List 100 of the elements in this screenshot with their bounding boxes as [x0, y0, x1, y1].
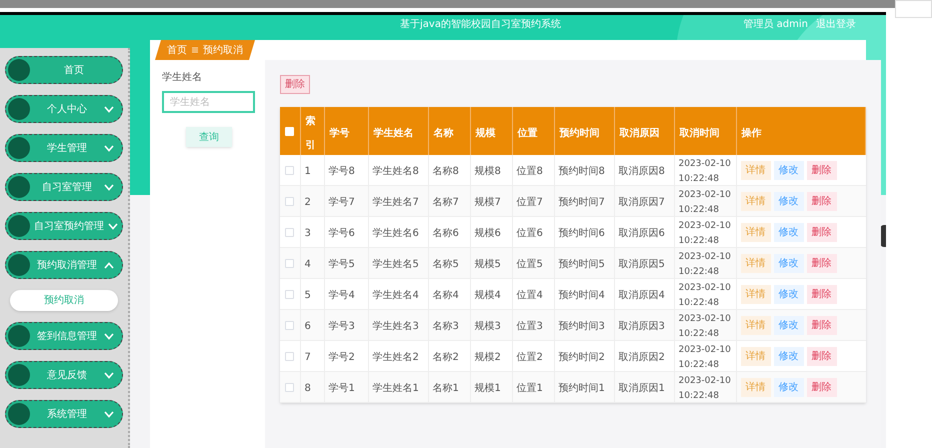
checkbox[interactable] [285, 290, 294, 298]
menu-item[interactable]: 首页 [5, 56, 123, 84]
logout-link[interactable]: 退出登录 [816, 17, 856, 32]
table-cell: 5 [304, 290, 311, 300]
column-header: 取消原因 [620, 128, 660, 139]
search-button[interactable]: 查询 [186, 127, 232, 147]
table-cell: 2023-02-10 10:22:48 [678, 376, 731, 401]
delete-button[interactable]: 删除 [280, 75, 310, 94]
table-cell: 预约时间5 [558, 258, 605, 270]
table-cell: 学号2 [328, 352, 355, 362]
table-cell: 预约时间2 [558, 352, 605, 362]
table-cell: 位置2 [516, 352, 543, 362]
column-header: 取消时间 [680, 128, 720, 139]
checkbox[interactable] [285, 166, 294, 174]
table-cell: 名称1 [432, 382, 459, 394]
action-button[interactable]: 删除 [806, 346, 836, 366]
menu-item[interactable]: 意见反馈 [5, 361, 123, 389]
table-cell: 名称2 [432, 352, 459, 362]
menu-item[interactable]: 学生管理 [5, 134, 123, 162]
action-button[interactable]: 删除 [806, 222, 836, 242]
table-cell: 名称5 [432, 258, 459, 270]
table-cell: 2023-02-10 10:22:48 [678, 345, 731, 370]
action-button[interactable]: 详情 [740, 346, 770, 366]
submenu-item[interactable]: 预约取消 [10, 290, 118, 311]
table-cell: 位置3 [516, 320, 543, 332]
table-cell: 名称4 [432, 290, 459, 300]
breadcrumb-item[interactable]: 预约取消 [203, 42, 243, 58]
table-cell: 规模8 [474, 166, 501, 176]
action-button[interactable]: 修改 [774, 160, 804, 180]
column-header: 预约时间 [560, 128, 600, 139]
checkbox[interactable] [285, 320, 294, 330]
table-cell: 位置8 [516, 166, 543, 176]
action-button[interactable]: 修改 [774, 378, 804, 396]
checkbox[interactable] [285, 258, 294, 268]
table-cell: 学号3 [328, 320, 355, 332]
action-button[interactable]: 删除 [806, 160, 836, 180]
table-cell: 名称7 [432, 196, 459, 208]
checkbox[interactable] [285, 228, 294, 236]
table-cell: 学号8 [328, 166, 355, 176]
table-cell: 取消原因5 [618, 258, 665, 270]
table-cell: 规模4 [474, 290, 501, 300]
action-button[interactable]: 删除 [806, 316, 836, 334]
table-cell: 2023-02-10 10:22:48 [678, 252, 731, 277]
action-button[interactable]: 修改 [774, 254, 804, 272]
table-cell: 8 [304, 382, 311, 394]
table-cell: 学生姓名5 [372, 258, 419, 270]
action-button[interactable]: 删除 [806, 192, 836, 210]
action-button[interactable]: 修改 [774, 284, 804, 304]
breadcrumb-item[interactable]: 首页 [167, 42, 187, 58]
table-cell: 预约时间4 [558, 290, 605, 300]
action-button[interactable]: 详情 [740, 316, 770, 334]
table-cell: 4 [304, 258, 311, 270]
menu-item[interactable]: 签到信息管理 [5, 322, 123, 350]
action-button[interactable]: 删除 [806, 284, 836, 304]
table-cell: 名称8 [432, 166, 459, 176]
search-field[interactable]: 学生姓名 [162, 91, 255, 113]
table-cell: 预约时间6 [558, 228, 605, 238]
checkbox[interactable] [285, 196, 294, 206]
action-button[interactable]: 删除 [806, 254, 836, 272]
menu-icon [192, 47, 198, 53]
action-button[interactable]: 详情 [740, 160, 770, 180]
menu-item[interactable]: 自习室管理 [5, 173, 123, 201]
table-cell: 学号1 [328, 382, 355, 394]
table-cell: 规模7 [474, 196, 501, 208]
menu-item[interactable]: 个人中心 [5, 95, 123, 123]
column-header: 操作 [742, 128, 762, 139]
table-cell: 位置5 [516, 258, 543, 270]
action-button[interactable]: 详情 [740, 192, 770, 210]
table-cell: 3 [304, 228, 311, 238]
action-button[interactable]: 详情 [740, 378, 770, 396]
table-cell: 学生姓名2 [372, 352, 419, 362]
table-cell: 学号6 [328, 228, 355, 238]
action-button[interactable]: 修改 [774, 316, 804, 334]
action-button[interactable]: 删除 [806, 378, 836, 396]
action-button[interactable]: 详情 [740, 254, 770, 272]
table-cell: 规模6 [474, 228, 501, 238]
action-button[interactable]: 详情 [740, 222, 770, 242]
menu-item[interactable]: 预约取消管理 [5, 251, 123, 279]
field-label: 学生姓名 [162, 70, 203, 85]
checkbox[interactable] [285, 352, 294, 360]
table-cell: 学生姓名7 [372, 196, 419, 208]
table-cell: 学生姓名4 [372, 290, 419, 300]
action-button[interactable]: 修改 [774, 222, 804, 242]
menu-item[interactable]: 自习室预约管理 [5, 212, 123, 240]
table-cell: 取消原因4 [618, 290, 665, 300]
column-header: 学生姓名 [374, 128, 414, 139]
table-cell: 规模3 [474, 320, 501, 332]
table-cell: 取消原因7 [618, 196, 665, 208]
table-cell: 取消原因1 [618, 382, 665, 394]
table-cell: 位置4 [516, 290, 543, 300]
action-button[interactable]: 详情 [740, 284, 770, 304]
table-cell: 7 [304, 352, 311, 362]
table-cell: 取消原因2 [618, 352, 665, 362]
table-cell: 预约时间7 [558, 196, 605, 208]
table-cell: 2 [304, 196, 311, 208]
action-button[interactable]: 修改 [774, 192, 804, 210]
checkbox[interactable] [285, 382, 294, 392]
action-button[interactable]: 修改 [774, 346, 804, 366]
menu-item[interactable]: 系统管理 [5, 400, 123, 428]
table-cell: 学生姓名8 [372, 166, 419, 176]
